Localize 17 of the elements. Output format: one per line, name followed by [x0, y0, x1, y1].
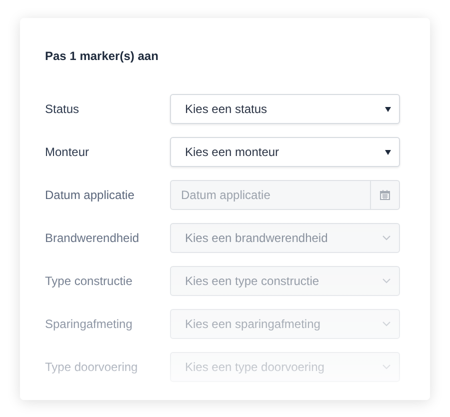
form-title: Pas 1 marker(s) aan: [45, 49, 160, 63]
field-label: Type constructie: [45, 274, 134, 288]
select-field[interactable]: Kies een monteur: [170, 137, 400, 167]
caret-down-icon: [385, 106, 391, 112]
chevron-down-icon: [382, 278, 391, 284]
caret-down-icon: [385, 150, 391, 154]
chevron-down-icon: [382, 321, 391, 327]
chevron-down-icon: [382, 235, 391, 241]
field-label: Sparingafmeting: [45, 317, 134, 331]
field-label: Type doorvoering: [45, 360, 139, 374]
calendar-icon: [380, 190, 390, 200]
field-label: Brandwerendheid: [45, 231, 140, 245]
field-label: Datum applicatie: [45, 188, 136, 202]
field-label: Monteur: [45, 145, 90, 159]
field-label: Status: [45, 102, 80, 116]
chevron-down-icon: [382, 364, 391, 370]
select-field[interactable]: Kies een status: [170, 94, 400, 124]
